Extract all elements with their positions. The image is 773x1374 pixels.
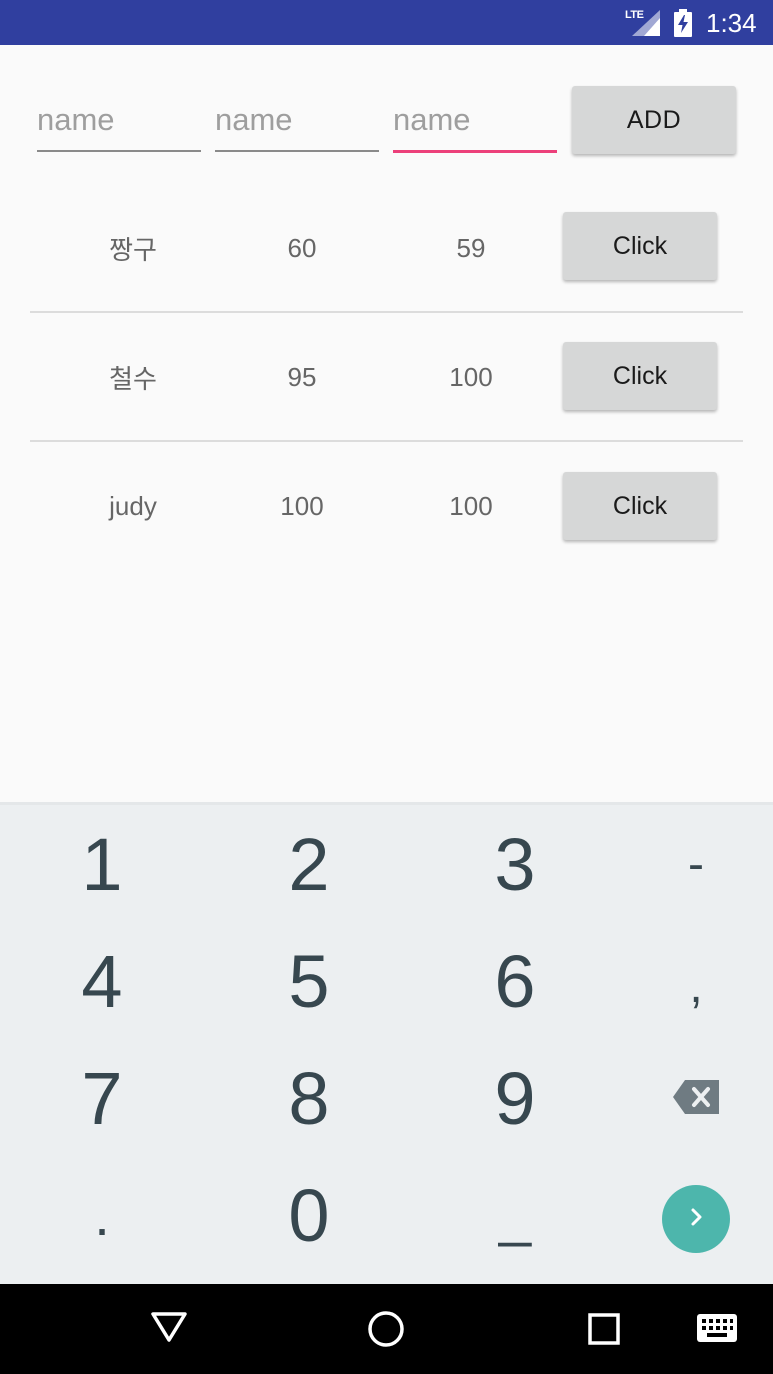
click-button[interactable]: Click <box>563 342 717 410</box>
key-period[interactable]: . <box>2 1156 202 1274</box>
key-8[interactable]: 8 <box>209 1039 409 1157</box>
click-button[interactable]: Click <box>563 472 717 540</box>
list-item: 짱구 60 59 Click <box>30 184 743 313</box>
next-button[interactable] <box>662 1185 730 1253</box>
key-5[interactable]: 5 <box>209 922 409 1040</box>
navigation-bar <box>0 1284 773 1374</box>
key-2[interactable]: 2 <box>209 805 409 923</box>
key-3[interactable]: 3 <box>415 805 615 923</box>
back-icon[interactable] <box>150 1310 188 1348</box>
key-9[interactable]: 9 <box>415 1039 615 1157</box>
numeric-keyboard: 1 2 3 - 4 5 6 , 7 8 9 . 0 _ <box>0 802 773 1287</box>
name-input-3[interactable] <box>393 96 557 153</box>
clock: 1:34 <box>706 8 757 38</box>
key-minus[interactable]: - <box>636 805 756 923</box>
key-comma[interactable]: , <box>636 927 756 1045</box>
item-name: judy <box>109 491 157 521</box>
list-item: 철수 95 100 Click <box>30 313 743 442</box>
item-score-1: 60 <box>287 233 317 263</box>
item-score-2: 59 <box>456 233 486 263</box>
item-score-2: 100 <box>449 491 493 521</box>
item-score-1: 95 <box>287 362 317 392</box>
item-name: 짱구 <box>109 235 157 265</box>
backspace-icon <box>673 1071 719 1126</box>
key-6[interactable]: 6 <box>415 922 615 1040</box>
item-name: 철수 <box>109 364 157 394</box>
keyboard-switch-icon[interactable] <box>697 1314 737 1346</box>
status-bar: LTE 1:34 <box>0 0 773 45</box>
battery-charging-icon <box>674 9 692 41</box>
key-1[interactable]: 1 <box>2 805 202 923</box>
home-icon[interactable] <box>367 1310 405 1352</box>
name-input-2[interactable] <box>215 96 379 152</box>
key-4[interactable]: 4 <box>2 922 202 1040</box>
item-score-1: 100 <box>280 491 324 521</box>
signal-icon <box>632 10 660 40</box>
item-score-2: 100 <box>449 362 493 392</box>
key-0[interactable]: 0 <box>209 1156 409 1274</box>
recents-icon[interactable] <box>587 1312 621 1350</box>
key-7[interactable]: 7 <box>2 1039 202 1157</box>
chevron-right-icon <box>685 1206 707 1232</box>
list-item: judy 100 100 Click <box>30 442 743 571</box>
key-underscore[interactable]: _ <box>415 1156 615 1274</box>
backspace-key[interactable] <box>636 1039 756 1157</box>
name-input-1[interactable] <box>37 96 201 152</box>
click-button[interactable]: Click <box>563 212 717 280</box>
add-button[interactable]: ADD <box>572 86 736 154</box>
